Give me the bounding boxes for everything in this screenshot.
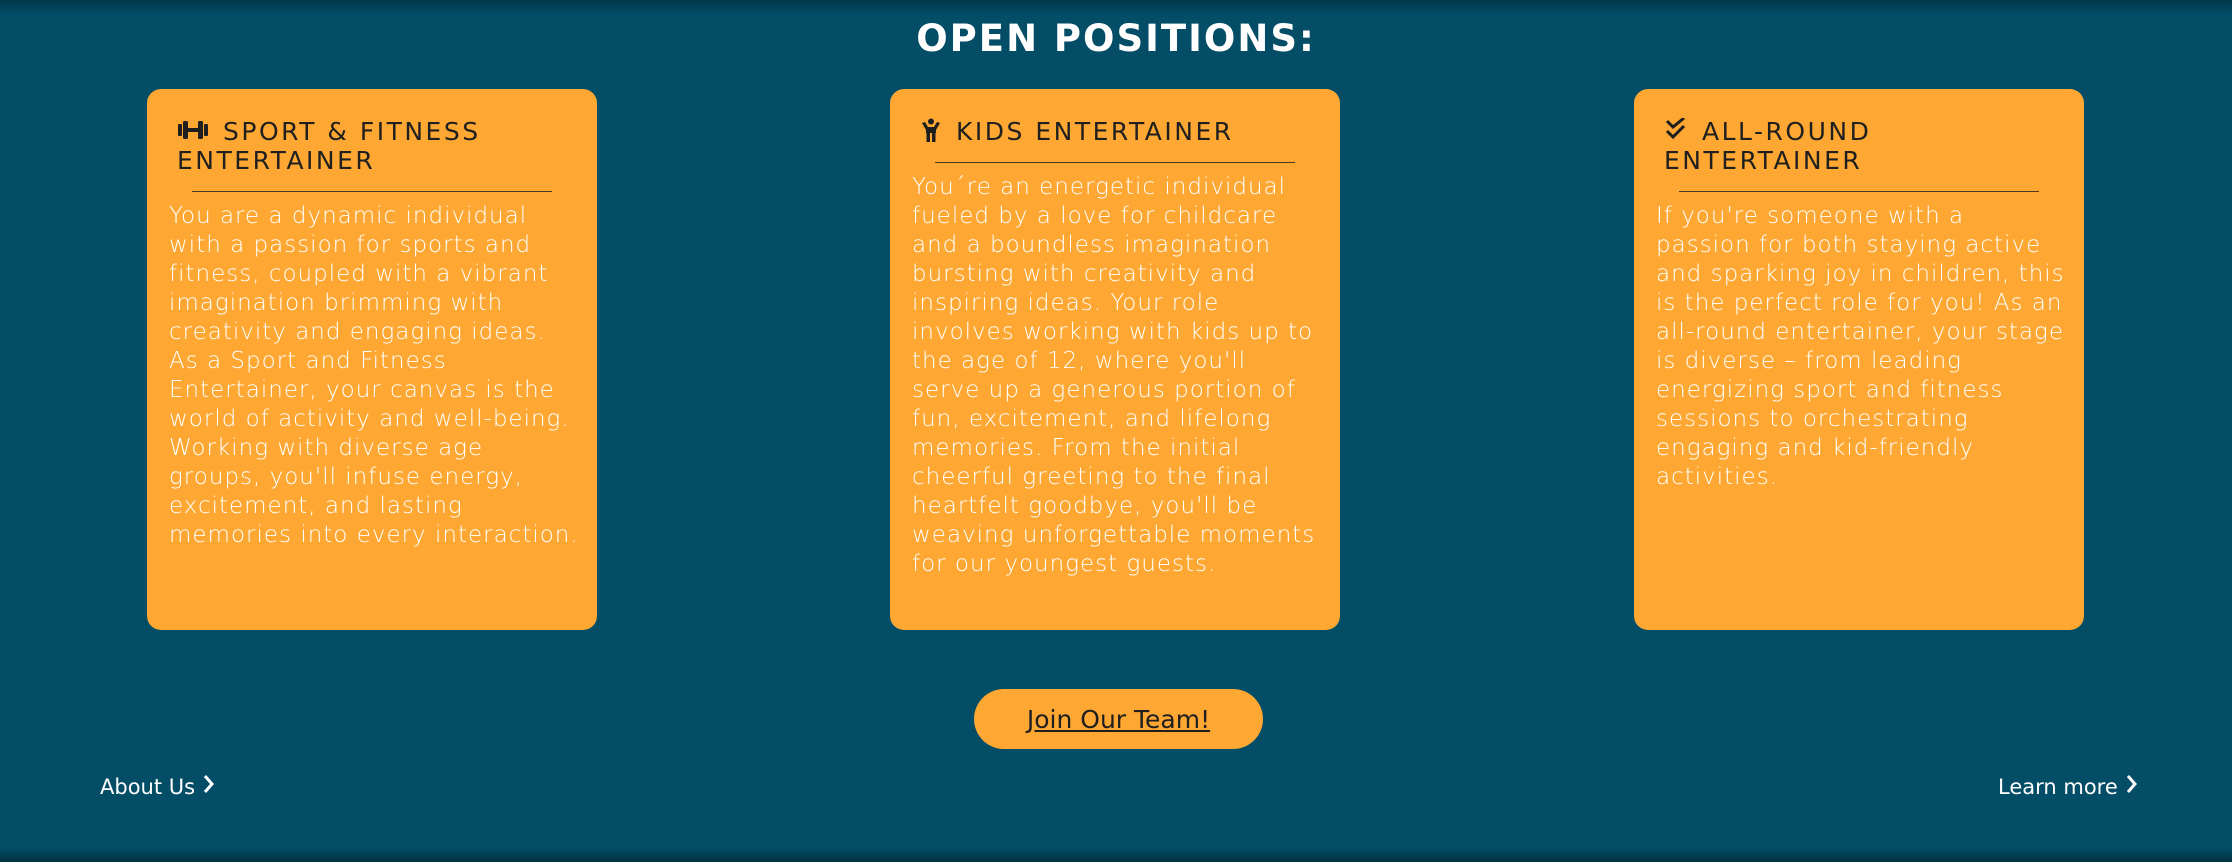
card-divider bbox=[192, 191, 552, 192]
card-description: If you're someone with a passion for bot… bbox=[1656, 203, 2065, 490]
learn-more-label: Learn more bbox=[1998, 774, 2118, 799]
learn-more-link[interactable]: Learn more bbox=[1998, 774, 2138, 799]
card-title-row: SPORT & FITNESS ENTERTAINER bbox=[177, 117, 577, 175]
about-us-link[interactable]: About Us bbox=[100, 774, 215, 799]
card-divider bbox=[1679, 191, 2039, 192]
card-title-row: ALL-ROUND ENTERTAINER bbox=[1664, 117, 2064, 175]
join-our-team-button[interactable]: Join Our Team! bbox=[974, 689, 1263, 749]
double-check-icon bbox=[1664, 118, 1688, 142]
card-title: SPORT & FITNESS ENTERTAINER bbox=[177, 117, 481, 175]
bottom-shadow bbox=[0, 848, 2232, 862]
section-title: OPEN POSITIONS: bbox=[916, 17, 1316, 60]
child-icon bbox=[920, 118, 942, 142]
chevron-right-icon bbox=[2126, 774, 2138, 799]
card-description: You are a dynamic individual with a pass… bbox=[169, 203, 579, 548]
position-card-all-round: ALL-ROUND ENTERTAINER If you're someone … bbox=[1634, 89, 2084, 630]
card-divider bbox=[935, 162, 1295, 163]
position-card-sport-fitness: SPORT & FITNESS ENTERTAINER You are a dy… bbox=[147, 89, 597, 630]
position-card-kids: KIDS ENTERTAINER You´re an energetic ind… bbox=[890, 89, 1340, 630]
chevron-right-icon bbox=[203, 774, 215, 799]
card-title: ALL-ROUND ENTERTAINER bbox=[1664, 117, 1872, 175]
about-us-label: About Us bbox=[100, 774, 196, 799]
card-title: KIDS ENTERTAINER bbox=[956, 117, 1234, 146]
card-description: You´re an energetic individual fueled by… bbox=[912, 174, 1316, 577]
top-shadow bbox=[0, 0, 2232, 14]
dumbbell-icon bbox=[177, 118, 209, 142]
card-title-row: KIDS ENTERTAINER bbox=[920, 117, 1320, 146]
